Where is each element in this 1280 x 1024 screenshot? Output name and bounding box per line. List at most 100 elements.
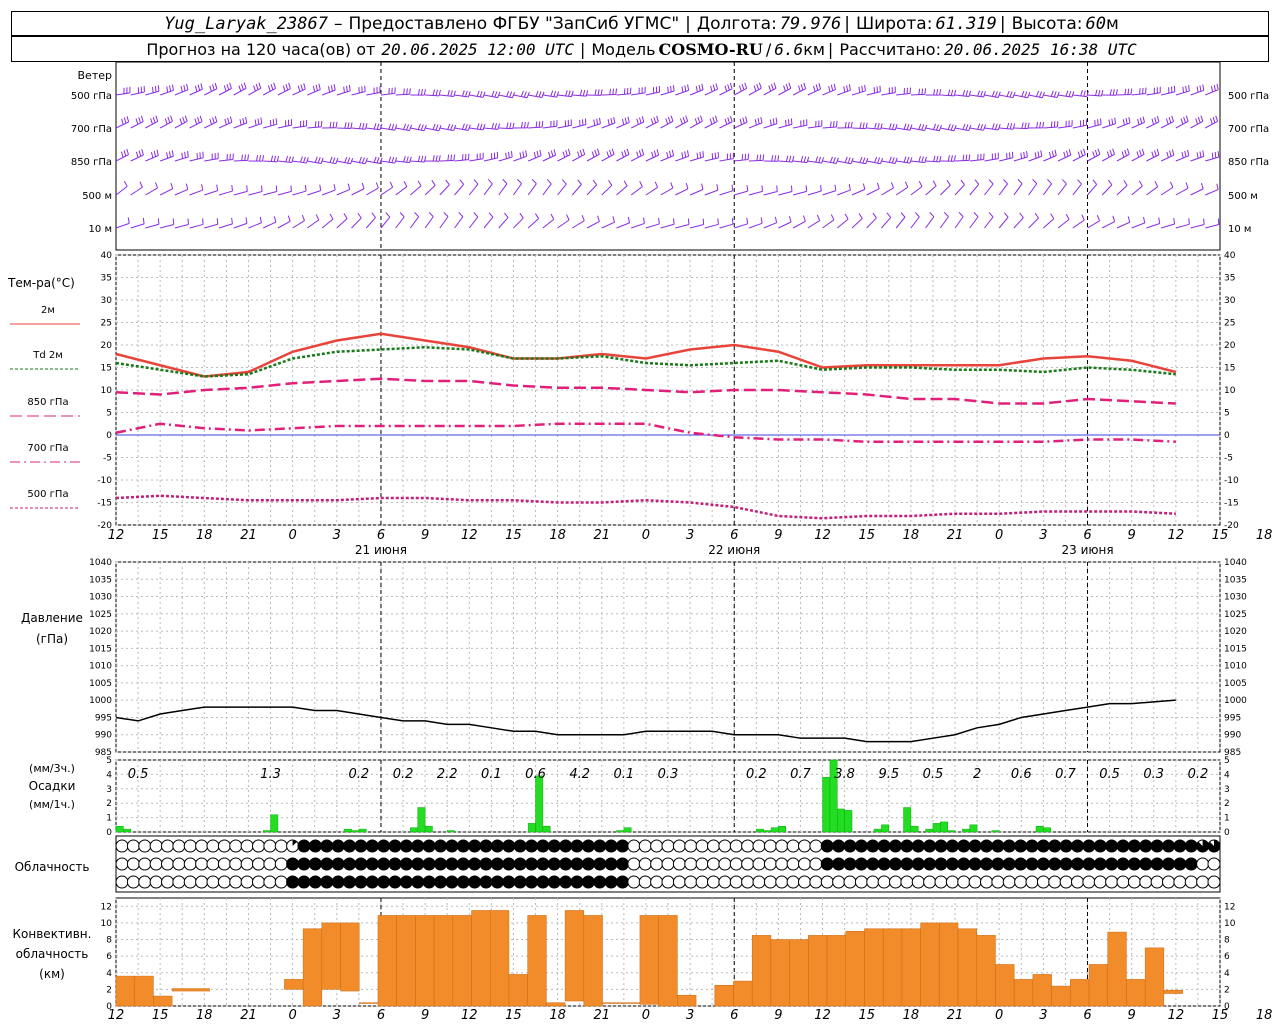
wind-barb bbox=[616, 121, 630, 129]
cloud-circle bbox=[763, 839, 777, 853]
wind-barb-flag bbox=[785, 83, 789, 90]
cloud-circle bbox=[468, 839, 482, 853]
cloud-symbol bbox=[843, 839, 857, 853]
temp-y-tick: 25 bbox=[101, 319, 112, 329]
cloud-circle bbox=[650, 839, 664, 853]
cloud-circle bbox=[343, 857, 356, 871]
wind-barb-flag bbox=[888, 123, 892, 130]
wind-barb-flag bbox=[417, 180, 422, 187]
wind-barb-flag bbox=[245, 116, 248, 123]
cloud-symbol bbox=[126, 857, 140, 871]
wind-barb bbox=[218, 190, 233, 196]
wind-barb-flag bbox=[301, 214, 305, 221]
wind-barb-flag bbox=[844, 121, 847, 128]
wind-barb-flag bbox=[903, 156, 907, 163]
wind-barb bbox=[513, 217, 524, 229]
wind-barb-flag bbox=[1184, 150, 1187, 157]
cloud-symbol bbox=[1150, 839, 1164, 853]
wind-barb-flag bbox=[1081, 214, 1085, 221]
convective-bar bbox=[620, 1002, 641, 1004]
wind-barb bbox=[307, 190, 321, 196]
cloud-symbol bbox=[695, 857, 709, 871]
wind-barb bbox=[1175, 155, 1189, 162]
wind-barb-flag bbox=[376, 123, 380, 130]
precip-bar bbox=[837, 808, 845, 833]
wind-barb bbox=[836, 218, 849, 229]
cloud-symbol bbox=[1002, 857, 1016, 871]
temp-y-tick: 10 bbox=[101, 386, 113, 396]
convective-bar bbox=[882, 928, 903, 1007]
cloud-symbol bbox=[297, 839, 311, 853]
wind-barb bbox=[527, 218, 539, 229]
cloud-circle bbox=[525, 875, 538, 889]
wind-barb bbox=[1043, 218, 1055, 229]
cloud-symbol bbox=[183, 857, 197, 871]
wind-barb bbox=[351, 91, 366, 96]
cloud-circle bbox=[1207, 875, 1221, 889]
wind-barb-flag bbox=[247, 154, 249, 161]
cloud-symbol bbox=[911, 857, 925, 871]
cloud-circle bbox=[1184, 875, 1198, 889]
wind-barb bbox=[955, 159, 970, 162]
wind-barb-flag bbox=[862, 157, 866, 164]
temp-x-tick: 15 bbox=[858, 528, 875, 543]
temp-panel-label: Тем-ра(°C) bbox=[7, 276, 75, 290]
convective-y-tick: 10 bbox=[1224, 919, 1236, 929]
cloud-circle bbox=[604, 875, 618, 889]
wind-barb bbox=[925, 216, 935, 229]
wind-barb-flag bbox=[1080, 90, 1083, 97]
wind-barb-flag bbox=[523, 91, 527, 98]
wind-barb-flag bbox=[157, 85, 160, 92]
pressure-y-tick: 1020 bbox=[1224, 627, 1247, 637]
wind-barb-flag bbox=[848, 184, 851, 191]
wind-barb-flag bbox=[1197, 116, 1201, 123]
precip-y-tick: 4 bbox=[1224, 770, 1230, 780]
cloud-symbol bbox=[377, 875, 391, 889]
convective-bar bbox=[976, 935, 996, 1007]
wind-barb-flag bbox=[531, 179, 537, 185]
wind-barb-flag bbox=[1068, 90, 1072, 97]
cloud-symbol bbox=[832, 875, 846, 889]
cloud-symbol bbox=[468, 875, 482, 889]
cloud-symbol bbox=[161, 839, 174, 853]
cloud-symbol bbox=[1127, 839, 1141, 853]
wind-barb bbox=[866, 217, 877, 229]
wind-barb-flag bbox=[973, 212, 979, 218]
wind-barb-flag bbox=[1038, 91, 1043, 98]
wind-barb bbox=[851, 90, 866, 96]
wind-barb bbox=[336, 218, 348, 229]
wind-barb-flag bbox=[423, 89, 426, 96]
cloud-symbol bbox=[399, 857, 413, 871]
wind-barb-flag bbox=[123, 117, 127, 124]
cloud-symbol bbox=[786, 839, 800, 853]
wind-barb-flag bbox=[1214, 151, 1217, 158]
wind-barb bbox=[689, 89, 704, 96]
bottom-x-tick: 3 bbox=[333, 1008, 341, 1023]
cloud-circle bbox=[1150, 857, 1164, 871]
cloud-symbol bbox=[274, 875, 288, 889]
cloud-symbol bbox=[1116, 875, 1130, 889]
wind-barb bbox=[1131, 93, 1146, 96]
wind-barb-flag bbox=[520, 121, 523, 129]
wind-barb-flag bbox=[1056, 120, 1059, 128]
cloud-circle bbox=[490, 875, 504, 889]
cloud-symbol bbox=[365, 839, 379, 853]
wind-barb-flag bbox=[994, 91, 998, 98]
cloud-symbol bbox=[479, 839, 493, 853]
cloud-symbol bbox=[252, 875, 265, 889]
precip-3h-total: 0.1 bbox=[613, 767, 634, 782]
wind-barb bbox=[366, 92, 381, 96]
wind-barb-flag bbox=[171, 150, 174, 157]
cloud-symbol bbox=[775, 857, 789, 871]
cloud-circle bbox=[752, 857, 766, 871]
cloud-symbol bbox=[638, 875, 652, 889]
wind-barb-flag bbox=[772, 118, 775, 125]
wind-barb-flag bbox=[932, 180, 937, 187]
wind-barb-flag bbox=[509, 91, 513, 98]
wind-barb bbox=[778, 191, 793, 196]
precip-3h-total: 2.2 bbox=[437, 767, 458, 782]
wind-barb-flag bbox=[1200, 115, 1204, 122]
cloud-circle bbox=[695, 857, 709, 871]
cloud-circle bbox=[513, 839, 527, 853]
wind-barb-flag bbox=[473, 212, 479, 218]
